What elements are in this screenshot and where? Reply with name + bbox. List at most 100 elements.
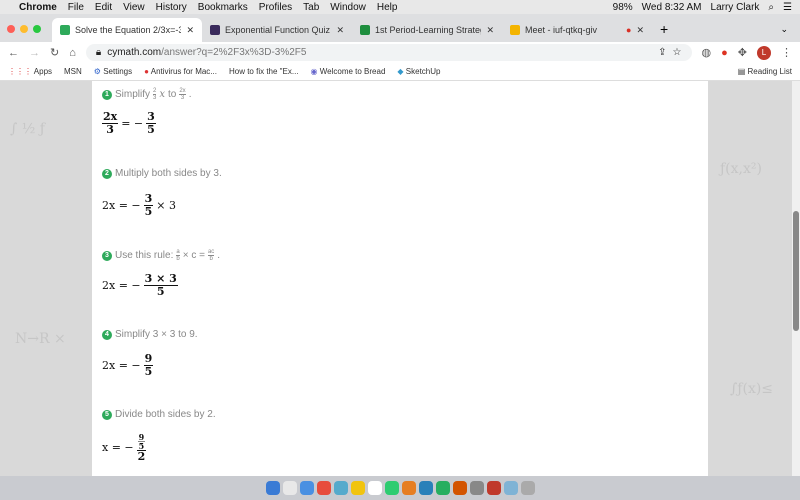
antivirus-extension-icon[interactable]: ● — [721, 47, 728, 59]
launchpad-icon[interactable] — [282, 481, 297, 495]
math-doodle: ƒ(x,x²) — [720, 161, 762, 177]
photos-icon[interactable] — [401, 481, 416, 495]
home-icon[interactable]: ⌂ — [69, 47, 76, 59]
extensions-puzzle-icon[interactable]: ✥ — [738, 46, 747, 59]
bookmark-bread[interactable]: ◉ Welcome to Bread — [311, 67, 386, 76]
step-1-label: 1 Simplify 23x to 2x 3. — [102, 88, 191, 101]
menu-history[interactable]: History — [156, 2, 187, 13]
bookmark-antivirus[interactable]: ● Antivirus for Mac... — [144, 67, 217, 76]
chrome-icon[interactable] — [316, 481, 331, 495]
tab-meet[interactable]: Meet - iuf-qtkq-giv ● ✕ — [502, 18, 652, 42]
trash-icon[interactable] — [520, 481, 535, 495]
mac-menu-bar: Chrome File Edit View History Bookmarks … — [0, 0, 800, 14]
bookmark-star-icon[interactable]: ☆ — [673, 47, 682, 58]
close-tab-icon[interactable]: ✕ — [636, 25, 644, 36]
settings-icon[interactable] — [469, 481, 484, 495]
menu-profiles[interactable]: Profiles — [259, 2, 292, 13]
scrollbar-thumb[interactable] — [793, 211, 799, 331]
cymath-favicon — [60, 25, 70, 35]
notes-icon[interactable] — [350, 481, 365, 495]
apps-grid-icon: ⋮⋮⋮ — [8, 67, 32, 76]
mail-icon[interactable] — [333, 481, 348, 495]
url-path: /answer?q=2%2F3x%3D-3%2F5 — [161, 47, 307, 58]
bookmark-msn[interactable]: MSN — [64, 67, 82, 76]
word-icon[interactable] — [418, 481, 433, 495]
menu-edit[interactable]: Edit — [95, 2, 112, 13]
step-5-equation: x = −9 5 2 — [102, 432, 147, 463]
classroom-favicon — [360, 25, 370, 35]
quizizz-favicon — [210, 25, 220, 35]
minimize-window-button[interactable] — [20, 25, 28, 33]
menu-bookmarks[interactable]: Bookmarks — [198, 2, 248, 13]
bookmarks-bar: ⋮⋮⋮ Apps MSN ⚙ Settings ● Antivirus for … — [0, 63, 800, 81]
tab-search-chevron-icon[interactable]: ⌄ — [780, 24, 800, 35]
bookmark-settings[interactable]: ⚙ Settings — [94, 67, 132, 76]
finder-icon[interactable] — [265, 481, 280, 495]
menu-view[interactable]: View — [123, 2, 145, 13]
step-2-label: 2 Multiply both sides by 3. — [102, 168, 222, 179]
step-4-equation: 2x = −9 5 — [102, 352, 154, 379]
bread-icon: ◉ — [310, 67, 318, 76]
lock-icon: 🔒︎ — [95, 47, 102, 58]
scrollbar[interactable] — [792, 81, 800, 476]
meet-favicon — [510, 25, 520, 35]
step-3-equation: 2x = −3 × 35 — [102, 272, 178, 299]
calendar-icon[interactable] — [367, 481, 382, 495]
back-icon[interactable]: ← — [8, 47, 19, 59]
address-bar[interactable]: 🔒︎ cymath.com/answer?q=2%2F3x%3D-3%2F5 ⇪… — [85, 44, 692, 61]
tab-title: 1st Period-Learning Strategies — [375, 25, 481, 35]
pdf-icon[interactable] — [486, 481, 501, 495]
close-window-button[interactable] — [7, 25, 15, 33]
forward-icon[interactable]: → — [29, 47, 40, 59]
search-icon[interactable]: ⌕ — [768, 2, 774, 13]
tab-solve-equation[interactable]: Solve the Equation 2/3x=-3/5 ✕ — [52, 18, 202, 42]
clock[interactable]: Wed 8:32 AM — [642, 2, 702, 13]
tab-classroom[interactable]: 1st Period-Learning Strategies ✕ — [352, 18, 502, 42]
excel-icon[interactable] — [435, 481, 450, 495]
tab-title: Exponential Function Quiz - Qu — [225, 25, 331, 35]
solution-panel: 1 Simplify 23x to 2x 3. 2x 3 = −3 5 2 Multiply… — [92, 81, 708, 476]
share-icon[interactable]: ⇪ — [658, 47, 666, 58]
tab-title: Solve the Equation 2/3x=-3/5 — [75, 25, 182, 35]
bookmark-sketchup[interactable]: ◆ SketchUp — [397, 67, 440, 76]
close-tab-icon[interactable]: ✕ — [486, 25, 494, 36]
menu-window[interactable]: Window — [330, 2, 366, 13]
user-name[interactable]: Larry Clark — [711, 2, 760, 13]
downloads-folder-icon[interactable] — [503, 481, 518, 495]
math-doodle: ∫ ½ ƒ — [10, 121, 45, 137]
profile-avatar[interactable]: L — [757, 45, 771, 60]
powerpoint-icon[interactable] — [452, 481, 467, 495]
step-1-equation: 2x 3 = −3 5 — [102, 110, 156, 137]
gear-icon: ⚙ — [93, 67, 101, 76]
more-menu-icon[interactable]: ⋮ — [781, 46, 792, 59]
menu-tab[interactable]: Tab — [303, 2, 319, 13]
menu-file[interactable]: File — [68, 2, 84, 13]
close-tab-icon[interactable]: ✕ — [336, 25, 344, 36]
step-2-equation: 2x = −3 5 × 3 — [102, 192, 177, 219]
sketchup-icon: ◆ — [397, 67, 404, 76]
close-tab-icon[interactable]: ✕ — [186, 25, 194, 36]
safari-icon[interactable] — [299, 481, 314, 495]
step-4-label: 4 Simplify 3 × 3 to 9. — [102, 329, 198, 340]
menu-chrome[interactable]: Chrome — [19, 2, 57, 13]
step-3-label: 3 Use this rule: a b × c = ac b. — [102, 249, 220, 262]
reading-list[interactable]: ▤ Reading List — [738, 67, 792, 76]
dock — [0, 476, 800, 500]
math-doodle: ∫ƒ(x)≤ — [730, 381, 774, 397]
url-host: cymath.com — [107, 47, 162, 58]
menu-help[interactable]: Help — [377, 2, 398, 13]
new-tab-button[interactable]: + — [660, 21, 668, 37]
bookmark-apps[interactable]: ⋮⋮⋮ Apps — [8, 67, 52, 76]
zoom-window-button[interactable] — [33, 25, 41, 33]
messages-icon[interactable] — [384, 481, 399, 495]
tab-bar: Solve the Equation 2/3x=-3/5 ✕ Exponentia… — [0, 14, 800, 42]
battery-percent[interactable]: 98% — [613, 2, 633, 13]
extension-icon[interactable]: ◍ — [702, 46, 712, 59]
math-doodle: N→R × — [15, 331, 66, 347]
recording-icon: ● — [626, 25, 632, 35]
page-content: ∫ ½ ƒ N→R × ƒ(x,x²) ∫ƒ(x)≤ 1 Simplify 23x… — [0, 81, 792, 476]
list-icon[interactable]: ☰ — [783, 2, 792, 13]
tab-quiz[interactable]: Exponential Function Quiz - Qu ✕ — [202, 18, 352, 42]
bookmark-how-to-fix[interactable]: How to fix the "Ex... — [229, 67, 299, 76]
reload-icon[interactable]: ↻ — [50, 46, 59, 59]
